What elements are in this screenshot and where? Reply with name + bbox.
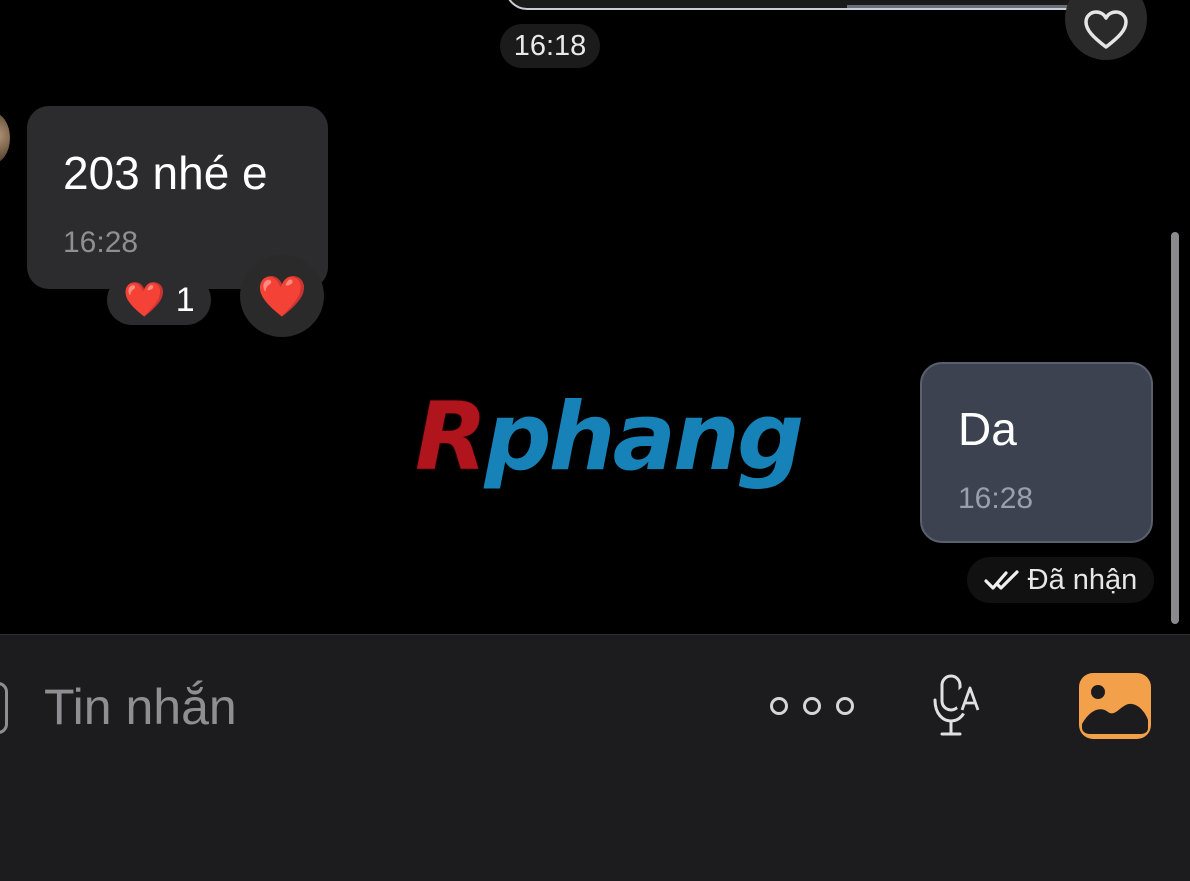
- react-heart-button[interactable]: ❤️: [240, 255, 324, 337]
- delivery-status-label: Đã nhận: [1027, 563, 1138, 596]
- previous-message-bubble[interactable]: [505, 0, 1109, 10]
- voice-to-text-button[interactable]: [928, 672, 988, 742]
- photo-icon: [1079, 673, 1151, 739]
- sticker-button[interactable]: [0, 682, 8, 734]
- message-time: 16:28: [958, 482, 1034, 515]
- heart-icon: ❤️: [123, 281, 166, 319]
- more-dots-icon: [803, 697, 821, 715]
- heart-outline-icon: [1084, 10, 1128, 49]
- message-input[interactable]: [42, 668, 606, 746]
- reaction-summary[interactable]: ❤️ 1: [107, 275, 211, 325]
- voice-to-text-icon: [933, 674, 985, 736]
- delivery-status: Đã nhận: [967, 557, 1154, 603]
- scrollbar[interactable]: [1171, 232, 1179, 624]
- watermark-logo: Rphang: [415, 388, 804, 488]
- avatar[interactable]: [0, 112, 10, 164]
- watermark-first-letter: R: [415, 383, 487, 492]
- reaction-count: 1: [175, 280, 195, 319]
- like-button[interactable]: [1065, 0, 1147, 60]
- chat-area[interactable]: 16:18 203 nhé e 16:28 ❤️ 1 ❤️ Rphang Da …: [0, 0, 1190, 634]
- double-check-icon: [984, 570, 1019, 590]
- more-dots-icon: [836, 697, 854, 715]
- more-options-button[interactable]: [770, 688, 854, 724]
- more-dots-icon: [770, 697, 788, 715]
- time-separator: 16:18: [500, 24, 600, 68]
- watermark-rest: phang: [484, 383, 804, 492]
- photo-button[interactable]: [1078, 672, 1152, 740]
- heart-icon: ❤️: [257, 274, 307, 319]
- message-text: 203 nhé e: [63, 147, 268, 199]
- message-text: Da: [958, 403, 1017, 455]
- outgoing-message-bubble[interactable]: Da 16:28: [920, 362, 1153, 543]
